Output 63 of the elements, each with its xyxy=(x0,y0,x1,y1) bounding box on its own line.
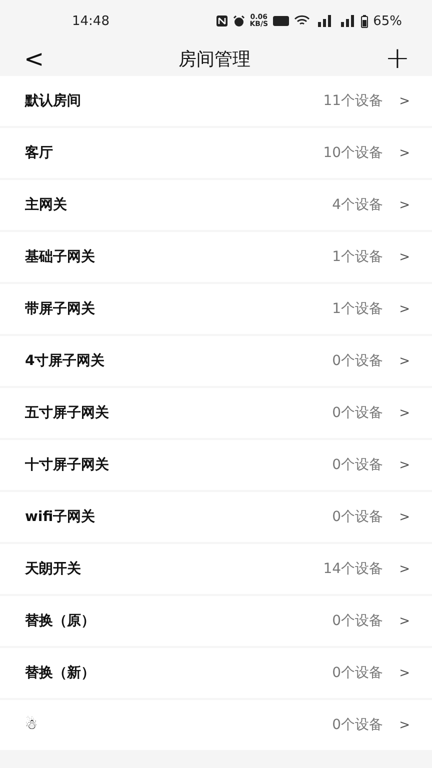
room-name: 带屏子网关 xyxy=(25,300,96,318)
device-count: 0个设备 xyxy=(332,352,384,370)
room-row[interactable]: wifi子网关 0个设备 > xyxy=(0,492,432,542)
room-name: wifi子网关 xyxy=(25,508,96,526)
device-count: 0个设备 xyxy=(332,612,384,630)
add-button[interactable]: + xyxy=(384,44,410,74)
status-time: 14:48 xyxy=(72,14,110,28)
alarm-icon xyxy=(232,15,245,27)
chevron: > xyxy=(399,94,410,108)
chevron: > xyxy=(399,718,410,732)
device-count: 14个设备 xyxy=(323,560,384,578)
room-name: 五寸屏子网关 xyxy=(25,404,110,422)
device-count: 1个设备 xyxy=(332,248,384,266)
room-row[interactable]: 五寸屏子网关 0个设备 > xyxy=(0,388,432,438)
chevron: > xyxy=(399,198,410,212)
chevron: > xyxy=(399,146,410,160)
signal-icon xyxy=(315,15,334,27)
room-name: 替换（新） xyxy=(25,664,96,682)
room-name: 十寸屏子网关 xyxy=(25,456,110,474)
room-row[interactable]: 默认房间 11个设备 > xyxy=(0,76,432,126)
chevron: > xyxy=(399,250,410,264)
page-title: 房间管理 xyxy=(178,48,250,71)
nfc-icon xyxy=(216,15,228,27)
room-row[interactable]: 十寸屏子网关 0个设备 > xyxy=(0,440,432,490)
device-count: 0个设备 xyxy=(332,664,384,682)
battery-icon xyxy=(361,14,368,28)
room-row[interactable]: 替换（新） 0个设备 > xyxy=(0,648,432,698)
room-name: 基础子网关 xyxy=(25,248,96,266)
room-row[interactable]: 4寸屏子网关 0个设备 > xyxy=(0,336,432,386)
device-count: 10个设备 xyxy=(323,144,384,162)
room-name: 默认房间 xyxy=(25,92,82,110)
device-count: 4个设备 xyxy=(332,196,384,214)
signal-icon xyxy=(338,15,356,27)
chevron: > xyxy=(399,562,410,576)
room-row[interactable]: 主网关 4个设备 > xyxy=(0,180,432,230)
chevron: > xyxy=(399,458,410,472)
room-name: ☃ xyxy=(25,717,39,733)
room-name: 4寸屏子网关 xyxy=(25,352,106,370)
device-count: 0个设备 xyxy=(332,716,384,734)
chevron: > xyxy=(399,666,410,680)
device-count: 0个设备 xyxy=(332,508,384,526)
chevron: > xyxy=(399,302,410,316)
device-count: 11个设备 xyxy=(323,92,384,110)
device-count: 0个设备 xyxy=(332,404,384,422)
room-row[interactable]: 天朗开关 14个设备 > xyxy=(0,544,432,594)
chevron: > xyxy=(399,510,410,524)
device-count: 0个设备 xyxy=(332,456,384,474)
wifi-icon xyxy=(294,15,310,27)
room-name: 替换（原） xyxy=(25,612,96,630)
room-name: 主网关 xyxy=(25,196,68,214)
room-name: 天朗开关 xyxy=(25,560,82,578)
chevron: > xyxy=(399,354,410,368)
battery-percent: 65% xyxy=(373,14,402,28)
room-row[interactable]: 客厅 10个设备 > xyxy=(0,128,432,178)
back-button[interactable]: < xyxy=(24,45,44,73)
chevron: > xyxy=(399,614,410,628)
chevron: > xyxy=(399,406,410,420)
room-row[interactable]: 基础子网关 1个设备 > xyxy=(0,232,432,282)
room-row[interactable]: ☃ 0个设备 > xyxy=(0,700,432,750)
room-row[interactable]: 替换（原） 0个设备 > xyxy=(0,596,432,646)
device-count: 1个设备 xyxy=(332,300,384,318)
room-name: 客厅 xyxy=(25,144,54,162)
room-row[interactable]: 带屏子网关 1个设备 > xyxy=(0,284,432,334)
